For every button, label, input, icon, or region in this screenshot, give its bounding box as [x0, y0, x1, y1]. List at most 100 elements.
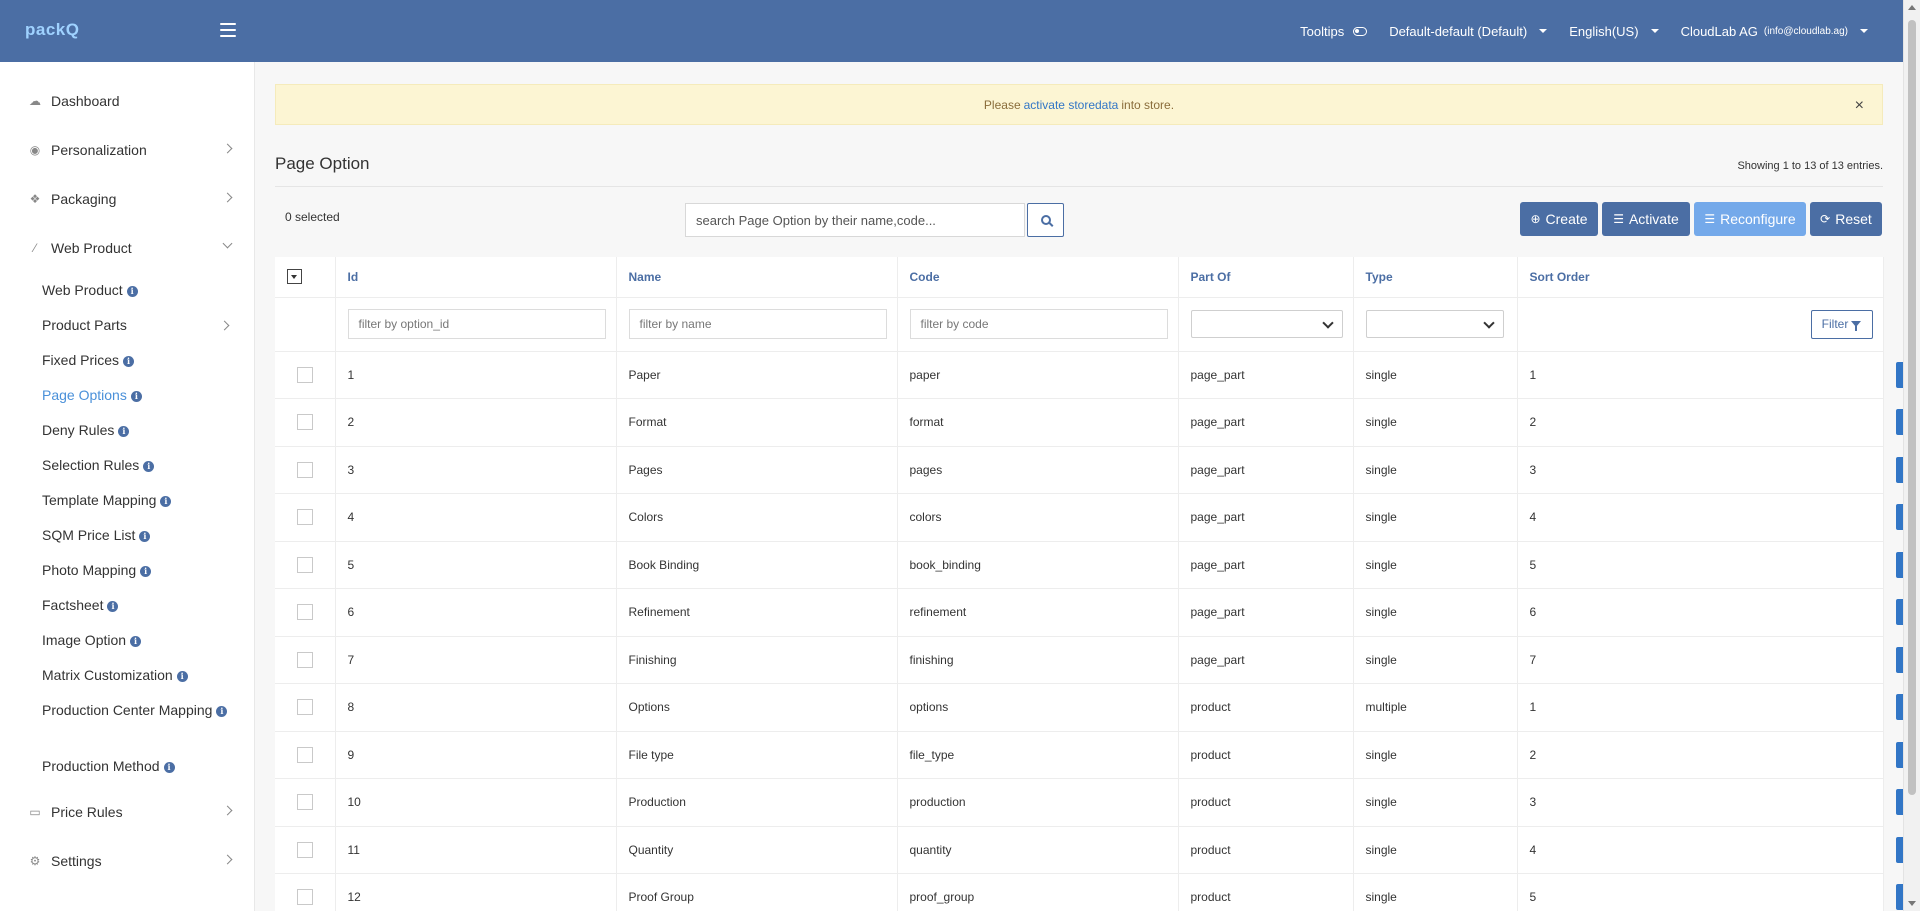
filter-part-of-select[interactable] — [1190, 310, 1343, 338]
column-header-code[interactable]: Code — [897, 257, 1179, 298]
hamburger-menu-icon[interactable] — [220, 23, 236, 37]
chevron-down-icon — [222, 238, 233, 249]
subnav-sqm-price-list[interactable]: SQM Price List i — [42, 525, 252, 545]
subnav-image-option[interactable]: Image Option i — [42, 630, 252, 650]
subnav-factsheet[interactable]: Factsheet i — [42, 595, 252, 615]
create-button[interactable]: ⊕ Create — [1520, 202, 1598, 236]
info-icon: i — [118, 425, 130, 437]
activate-button[interactable]: ☰ Activate — [1602, 202, 1690, 236]
eye-icon: ◉ — [29, 143, 41, 157]
cell-sort: 7 — [1517, 636, 1884, 684]
cell-code: paper — [897, 351, 1179, 399]
sidebar-item-packaging[interactable]: ❖ Packaging — [0, 179, 255, 219]
row-checkbox[interactable] — [297, 699, 313, 716]
row-checkbox[interactable] — [297, 461, 313, 478]
subnav-label: Photo Mapping — [42, 562, 137, 578]
cell-id: 8 — [335, 683, 617, 732]
cell-code: colors — [897, 493, 1179, 542]
logo[interactable]: packQ — [25, 20, 79, 40]
info-icon: i — [126, 285, 138, 297]
database-icon: ☰ — [1704, 212, 1716, 226]
reset-button[interactable]: ⟳ Reset — [1810, 202, 1882, 236]
page-scrollbar[interactable] — [1903, 0, 1920, 911]
row-checkbox[interactable] — [297, 414, 313, 431]
filter-name-input[interactable]: filter by name — [628, 309, 887, 339]
row-checkbox[interactable] — [297, 509, 313, 526]
subnav-selection-rules[interactable]: Selection Rules i — [42, 455, 252, 475]
subnav-production-center-mapping[interactable]: Production Center Mapping i — [42, 700, 232, 720]
row-checkbox[interactable] — [297, 841, 313, 858]
column-header-type[interactable]: Type — [1353, 257, 1518, 298]
subnav-photo-mapping[interactable]: Photo Mapping i — [42, 560, 252, 580]
filter-code-input[interactable]: filter by code — [909, 309, 1168, 339]
subnav-template-mapping[interactable]: Template Mapping i — [42, 490, 252, 510]
close-icon[interactable]: × — [1855, 97, 1864, 115]
search-button[interactable] — [1027, 203, 1064, 237]
cell-code: file_type — [897, 731, 1179, 779]
database-icon: ☰ — [1613, 212, 1624, 226]
subnav-label: Fixed Prices — [42, 352, 120, 368]
entries-info: Showing 1 to 13 of 13 entries. — [1737, 160, 1883, 172]
subnav-production-method[interactable]: Production Method i — [42, 756, 252, 776]
row-checkbox[interactable] — [297, 794, 313, 811]
page-title: Page Option — [275, 154, 370, 173]
cell-type: single — [1353, 398, 1518, 447]
activate-storedata-link[interactable]: activate storedata — [1024, 98, 1119, 112]
column-header-id[interactable]: Id — [335, 257, 617, 298]
info-icon: i — [163, 761, 175, 773]
column-header-name[interactable]: Name — [616, 257, 898, 298]
subnav-fixed-prices[interactable]: Fixed Prices i — [42, 350, 252, 370]
cell-part-of: product — [1178, 683, 1354, 732]
cell-sort: 3 — [1517, 778, 1884, 827]
subnav-deny-rules[interactable]: Deny Rules i — [42, 420, 252, 440]
filter-button[interactable]: Filter — [1810, 309, 1873, 339]
chevron-right-icon — [222, 854, 233, 865]
create-label: Create — [1545, 211, 1588, 227]
info-icon: i — [216, 705, 228, 717]
subnav-label: Image Option — [42, 632, 127, 648]
cell-id: 4 — [335, 493, 617, 542]
cell-name: Refinement — [616, 588, 898, 637]
filter-id-input[interactable]: filter by option_id — [347, 309, 606, 339]
cell-part-of: product — [1178, 826, 1354, 874]
sidebar: ☁ Dashboard ◉ Personalization ❖ Packagin… — [0, 62, 255, 911]
search-input[interactable]: search Page Option by their name,code... — [685, 203, 1025, 237]
scroll-up-arrow-icon[interactable] — [1908, 5, 1916, 10]
data-table: Id Name Code Part Of Type Sort Order fil… — [275, 257, 1920, 911]
cell-sort: 6 — [1517, 588, 1884, 637]
subnav-page-options[interactable]: Page Options i — [42, 385, 252, 405]
sidebar-item-settings[interactable]: ⚙ Settings — [0, 841, 255, 881]
funnel-icon — [1851, 321, 1862, 331]
cell-part-of: product — [1178, 873, 1354, 911]
sidebar-item-price-rules[interactable]: ▭ Price Rules — [0, 792, 255, 832]
store-dropdown[interactable]: Default-default (Default) — [1389, 23, 1548, 39]
store-label: Default-default (Default) — [1389, 23, 1528, 39]
sidebar-item-personalization[interactable]: ◉ Personalization — [0, 130, 255, 170]
subnav-web-product[interactable]: Web Product i — [42, 280, 252, 300]
filter-cell: filter by option_id — [335, 297, 617, 352]
select-all-checkbox[interactable] — [287, 269, 302, 285]
row-checkbox[interactable] — [297, 889, 313, 906]
reconfigure-button[interactable]: ☰ Reconfigure — [1694, 202, 1806, 236]
scrollbar-thumb[interactable] — [1908, 20, 1916, 795]
filter-type-select[interactable] — [1365, 310, 1504, 338]
info-icon: i — [139, 530, 151, 542]
cell-type: single — [1353, 826, 1518, 874]
cell-name: Proof Group — [616, 873, 898, 911]
cell-part-of: product — [1178, 731, 1354, 779]
sidebar-item-dashboard[interactable]: ☁ Dashboard — [0, 81, 255, 121]
row-checkbox[interactable] — [297, 366, 313, 383]
account-dropdown[interactable]: CloudLab AG (info@cloudlab.ag) — [1681, 24, 1868, 39]
language-dropdown[interactable]: English(US) — [1569, 24, 1659, 39]
column-header-part-of[interactable]: Part Of — [1178, 257, 1354, 298]
row-checkbox[interactable] — [297, 556, 313, 573]
row-checkbox[interactable] — [297, 604, 313, 621]
scroll-down-arrow-icon[interactable] — [1908, 901, 1916, 906]
subnav-product-parts[interactable]: Product Parts — [42, 315, 252, 335]
row-checkbox[interactable] — [297, 651, 313, 668]
sidebar-item-web-product[interactable]: ⁄ Web Product — [0, 228, 255, 268]
tooltips-toggle[interactable]: Tooltips — [1300, 24, 1368, 39]
row-checkbox[interactable] — [297, 746, 313, 763]
subnav-matrix-customization[interactable]: Matrix Customization i — [42, 665, 252, 685]
column-header-sort-order[interactable]: Sort Order — [1517, 257, 1884, 298]
